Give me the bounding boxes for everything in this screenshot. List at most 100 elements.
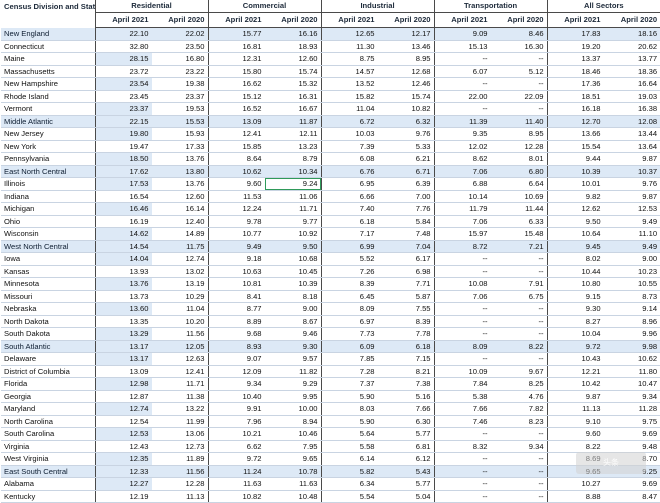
value-cell[interactable]: --	[490, 352, 548, 366]
row-label-cell[interactable]: Missouri	[1, 290, 95, 303]
value-cell[interactable]: 8.73	[603, 290, 660, 303]
value-cell[interactable]: --	[490, 265, 548, 278]
value-cell[interactable]: 12.98	[94, 377, 152, 391]
value-cell[interactable]: 8.27	[546, 315, 604, 328]
value-cell[interactable]: 13.06	[151, 427, 209, 441]
value-cell[interactable]: 16.30	[490, 40, 548, 53]
value-cell[interactable]: 6.32	[377, 115, 435, 128]
value-cell[interactable]: 6.33	[490, 215, 548, 228]
value-cell[interactable]: 15.32	[264, 77, 322, 91]
value-cell[interactable]: 17.36	[546, 77, 604, 91]
value-cell[interactable]: --	[433, 315, 491, 328]
value-cell[interactable]: 10.45	[264, 265, 322, 278]
value-cell[interactable]: 7.04	[377, 240, 435, 253]
value-cell[interactable]: 15.13	[433, 40, 491, 53]
value-cell[interactable]: 13.19	[151, 277, 209, 291]
value-cell[interactable]: 8.32	[433, 440, 491, 453]
value-cell[interactable]: 13.17	[94, 352, 152, 366]
value-cell[interactable]: 12.53	[603, 202, 660, 216]
value-cell[interactable]: 9.50	[546, 215, 604, 228]
value-cell[interactable]: 23.50	[151, 40, 209, 53]
value-cell[interactable]: 10.63	[207, 265, 265, 278]
row-label-cell[interactable]: Rhode Island	[1, 90, 95, 103]
value-cell[interactable]: 9.30	[264, 340, 322, 353]
value-cell[interactable]: 8.93	[207, 340, 265, 353]
value-cell[interactable]: 8.21	[377, 365, 435, 378]
value-cell[interactable]: --	[433, 490, 491, 503]
value-cell[interactable]: 9.34	[490, 440, 548, 453]
value-cell[interactable]: 13.52	[320, 77, 378, 91]
value-cell[interactable]: 16.80	[151, 52, 209, 66]
value-cell[interactable]: 10.01	[546, 177, 604, 191]
value-cell[interactable]: 4.76	[490, 390, 548, 403]
value-cell[interactable]: 7.66	[433, 402, 491, 416]
value-cell[interactable]: 7.37	[320, 377, 378, 391]
value-cell[interactable]: --	[490, 452, 548, 466]
value-cell[interactable]: 13.64	[603, 140, 660, 153]
value-cell[interactable]: 8.39	[320, 277, 378, 291]
value-cell[interactable]: 11.63	[207, 477, 265, 491]
value-cell[interactable]: 8.95	[377, 52, 435, 66]
value-cell[interactable]: 6.17	[377, 252, 435, 266]
value-cell[interactable]: 6.64	[490, 177, 548, 191]
value-cell[interactable]: 11.99	[151, 415, 209, 428]
row-label-cell[interactable]: South Carolina	[1, 427, 95, 441]
value-cell[interactable]: 10.34	[264, 165, 322, 178]
value-cell[interactable]: 11.13	[546, 402, 604, 416]
value-cell[interactable]: 16.16	[264, 27, 322, 41]
value-cell[interactable]: 12.09	[207, 365, 265, 378]
value-cell[interactable]: 7.48	[377, 227, 435, 241]
value-cell[interactable]: 5.58	[320, 440, 378, 453]
value-cell[interactable]: 5.12	[490, 65, 548, 78]
value-cell[interactable]: 10.62	[207, 165, 265, 178]
value-cell[interactable]: 22.10	[94, 27, 152, 41]
value-cell[interactable]: --	[433, 77, 491, 91]
value-cell[interactable]: --	[490, 102, 548, 116]
value-cell[interactable]: 8.18	[264, 290, 322, 303]
row-label-cell[interactable]: Georgia	[1, 390, 95, 403]
value-cell[interactable]: --	[490, 477, 548, 491]
value-cell[interactable]: 20.62	[603, 40, 660, 53]
value-cell[interactable]: 19.38	[151, 77, 209, 91]
value-cell[interactable]: 6.76	[320, 165, 378, 178]
value-cell[interactable]: 8.94	[264, 415, 322, 428]
value-cell[interactable]: 5.84	[377, 215, 435, 228]
value-cell[interactable]: 13.93	[94, 265, 152, 278]
value-cell[interactable]: 9.91	[207, 402, 265, 416]
value-cell[interactable]: 8.67	[264, 315, 322, 328]
value-cell[interactable]: 5.90	[320, 415, 378, 428]
value-cell[interactable]: 13.44	[603, 127, 660, 141]
period-header[interactable]: April 2020	[603, 12, 660, 28]
value-cell[interactable]: 15.48	[490, 227, 548, 241]
value-cell[interactable]: 12.28	[151, 477, 209, 491]
value-cell[interactable]: 13.22	[151, 402, 209, 416]
value-cell[interactable]: 23.37	[94, 102, 152, 116]
value-cell[interactable]: 9.76	[377, 127, 435, 141]
value-cell[interactable]: 14.57	[320, 65, 378, 78]
value-cell[interactable]: 8.72	[433, 240, 491, 253]
value-cell[interactable]: 10.04	[546, 327, 604, 341]
value-cell[interactable]: 16.67	[264, 102, 322, 116]
value-cell[interactable]: 23.45	[94, 90, 152, 103]
value-cell[interactable]: 7.46	[433, 415, 491, 428]
value-cell[interactable]: 11.38	[151, 390, 209, 403]
row-label-cell[interactable]: East South Central	[1, 465, 95, 478]
value-cell[interactable]: 15.93	[151, 127, 209, 141]
value-cell[interactable]: 7.95	[264, 440, 322, 453]
value-cell[interactable]: --	[433, 427, 491, 441]
value-cell[interactable]: 7.06	[433, 165, 491, 178]
value-cell[interactable]: 9.50	[264, 240, 322, 253]
row-label-cell[interactable]: Maine	[1, 52, 95, 66]
value-cell[interactable]: 6.95	[320, 177, 378, 191]
value-cell[interactable]: 9.35	[433, 127, 491, 141]
value-cell[interactable]: 6.39	[377, 177, 435, 191]
value-cell[interactable]: 10.44	[546, 265, 604, 278]
value-cell[interactable]: 6.07	[433, 65, 491, 78]
value-cell[interactable]: 18.51	[546, 90, 604, 103]
value-cell[interactable]: 19.80	[94, 127, 152, 141]
value-cell[interactable]: 11.63	[264, 477, 322, 491]
value-cell[interactable]: 12.35	[94, 452, 152, 466]
value-cell[interactable]: 8.23	[490, 415, 548, 428]
row-label-cell[interactable]: New England	[1, 27, 95, 41]
row-label-cell[interactable]: South Dakota	[1, 327, 95, 341]
